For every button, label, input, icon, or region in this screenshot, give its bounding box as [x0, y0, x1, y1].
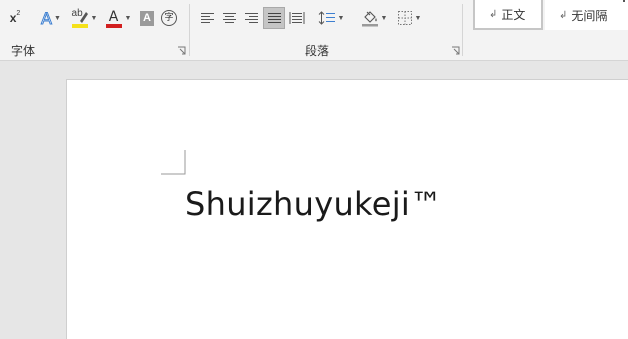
- shading-button[interactable]: ▼: [358, 7, 390, 29]
- borders-icon: [397, 11, 412, 25]
- ribbon-corner-mark: [623, 0, 625, 2]
- chevron-down-icon: ▼: [337, 14, 345, 22]
- font-dialog-launcher-icon[interactable]: [177, 46, 186, 55]
- chevron-down-icon: ▼: [380, 14, 388, 22]
- justify-icon: [267, 12, 281, 23]
- chevron-down-icon: ▼: [90, 14, 98, 22]
- align-left-icon: [201, 12, 214, 23]
- justify-button[interactable]: [263, 7, 285, 29]
- character-shading-button[interactable]: A: [138, 7, 156, 29]
- style-no-spacing-label: 无间隔: [571, 8, 608, 23]
- paragraph-dialog-launcher-icon[interactable]: [451, 46, 460, 55]
- distributed-button[interactable]: [286, 7, 307, 29]
- highlight-color-button[interactable]: ab ▼: [68, 7, 100, 29]
- margin-corner-mark: [161, 150, 186, 175]
- paint-bucket-icon: [361, 11, 378, 27]
- enclose-characters-icon: 字: [161, 10, 177, 26]
- chevron-down-icon: ▼: [54, 14, 61, 22]
- paragraph-group-label: 段落: [305, 44, 330, 58]
- ribbon: x2 A ▼ ab ▼ A ▼ A 字 字体 ▼ ▼ ▼ 段落 ↲ 正文 ↲ 无…: [0, 0, 628, 61]
- align-center-icon: [223, 12, 236, 23]
- superscript-base: x: [9, 11, 17, 25]
- line-spacing-icon: [318, 11, 335, 25]
- align-right-button[interactable]: [241, 7, 262, 29]
- align-right-icon: [245, 12, 258, 23]
- borders-button[interactable]: ▼: [393, 7, 425, 29]
- highlighter-icon: ab: [71, 8, 89, 28]
- text-effects-button[interactable]: A ▼: [36, 7, 66, 29]
- align-center-button[interactable]: [219, 7, 240, 29]
- style-normal-label: 正文: [501, 7, 526, 22]
- superscript-button[interactable]: x2: [4, 7, 26, 29]
- line-spacing-button[interactable]: ▼: [314, 7, 348, 29]
- character-shading-icon: A: [140, 10, 154, 26]
- font-group-label: 字体: [11, 44, 36, 58]
- document-text[interactable]: Shuizhuyukeji™: [185, 185, 442, 223]
- highlight-color-bar: [71, 24, 88, 28]
- group-separator: [462, 4, 463, 56]
- font-color-bar: [105, 24, 122, 28]
- document-area: Shuizhuyukeji™: [0, 61, 628, 339]
- align-left-button[interactable]: [197, 7, 218, 29]
- text-effects-icon: A: [41, 8, 53, 28]
- style-normal[interactable]: ↲ 正文: [473, 0, 543, 30]
- chevron-down-icon: ▼: [414, 14, 422, 22]
- font-color-icon: A: [105, 8, 123, 28]
- group-separator: [189, 4, 190, 56]
- distributed-icon: [289, 12, 304, 24]
- style-no-spacing[interactable]: ↲ 无间隔: [545, 0, 628, 30]
- font-color-letter: A: [108, 9, 119, 25]
- enclose-characters-button[interactable]: 字: [159, 7, 179, 29]
- chevron-down-icon: ▼: [124, 14, 132, 22]
- document-page[interactable]: Shuizhuyukeji™: [66, 79, 628, 339]
- paragraph-mark-icon: ↲: [559, 9, 568, 21]
- paragraph-mark-icon: ↲: [489, 8, 498, 20]
- font-color-button[interactable]: A ▼: [102, 7, 134, 29]
- superscript-exp: 2: [16, 9, 21, 17]
